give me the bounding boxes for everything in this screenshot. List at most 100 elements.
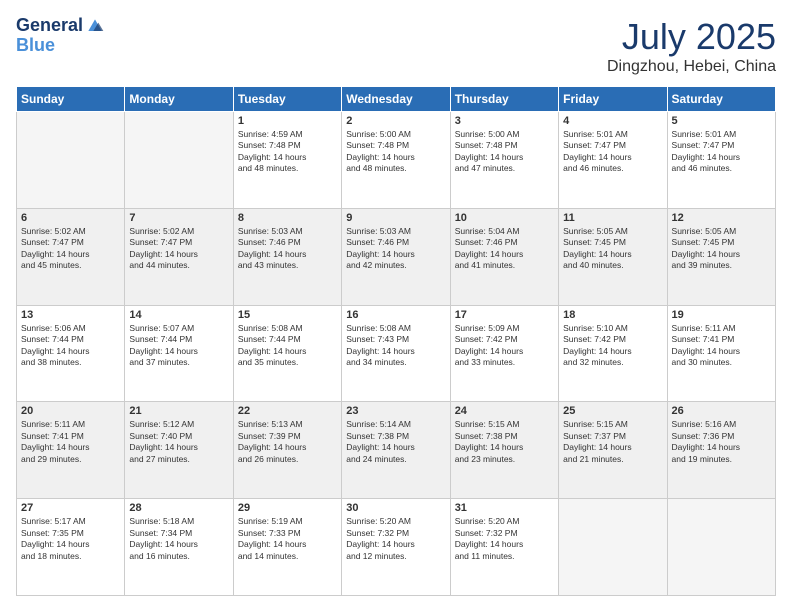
weekday-header: Friday (559, 87, 667, 112)
daylight-minutes-text: and 30 minutes. (672, 357, 771, 368)
day-number: 22 (238, 405, 337, 417)
calendar-cell: 19Sunrise: 5:11 AMSunset: 7:41 PMDayligh… (667, 305, 775, 402)
daylight-text: Daylight: 14 hours (21, 442, 120, 453)
calendar-cell: 13Sunrise: 5:06 AMSunset: 7:44 PMDayligh… (17, 305, 125, 402)
daylight-minutes-text: and 45 minutes. (21, 260, 120, 271)
sunset-text: Sunset: 7:45 PM (563, 237, 662, 248)
daylight-text: Daylight: 14 hours (346, 152, 445, 163)
sunrise-text: Sunrise: 5:15 AM (455, 419, 554, 430)
daylight-minutes-text: and 38 minutes. (21, 357, 120, 368)
weekday-header: Saturday (667, 87, 775, 112)
daylight-text: Daylight: 14 hours (129, 346, 228, 357)
sunset-text: Sunset: 7:47 PM (563, 140, 662, 151)
sunrise-text: Sunrise: 5:08 AM (346, 323, 445, 334)
day-number: 21 (129, 405, 228, 417)
sunset-text: Sunset: 7:47 PM (21, 237, 120, 248)
day-number: 3 (455, 115, 554, 127)
sunset-text: Sunset: 7:42 PM (455, 334, 554, 345)
daylight-text: Daylight: 14 hours (455, 442, 554, 453)
logo-text-blue: Blue (16, 35, 55, 55)
day-number: 10 (455, 212, 554, 224)
sunset-text: Sunset: 7:37 PM (563, 431, 662, 442)
daylight-minutes-text: and 34 minutes. (346, 357, 445, 368)
daylight-minutes-text: and 21 minutes. (563, 454, 662, 465)
sunrise-text: Sunrise: 5:13 AM (238, 419, 337, 430)
daylight-minutes-text: and 32 minutes. (563, 357, 662, 368)
sunrise-text: Sunrise: 5:18 AM (129, 516, 228, 527)
calendar-cell: 30Sunrise: 5:20 AMSunset: 7:32 PMDayligh… (342, 499, 450, 596)
sunset-text: Sunset: 7:32 PM (346, 528, 445, 539)
sunrise-text: Sunrise: 5:07 AM (129, 323, 228, 334)
sunset-text: Sunset: 7:38 PM (346, 431, 445, 442)
calendar-cell: 22Sunrise: 5:13 AMSunset: 7:39 PMDayligh… (233, 402, 341, 499)
sunset-text: Sunset: 7:45 PM (672, 237, 771, 248)
daylight-text: Daylight: 14 hours (672, 152, 771, 163)
daylight-minutes-text: and 19 minutes. (672, 454, 771, 465)
sunrise-text: Sunrise: 5:03 AM (238, 226, 337, 237)
sunrise-text: Sunrise: 5:17 AM (21, 516, 120, 527)
daylight-minutes-text: and 48 minutes. (346, 163, 445, 174)
day-number: 15 (238, 309, 337, 321)
daylight-text: Daylight: 14 hours (238, 346, 337, 357)
daylight-minutes-text: and 24 minutes. (346, 454, 445, 465)
daylight-text: Daylight: 14 hours (346, 442, 445, 453)
calendar-cell: 21Sunrise: 5:12 AMSunset: 7:40 PMDayligh… (125, 402, 233, 499)
day-number: 16 (346, 309, 445, 321)
daylight-minutes-text: and 18 minutes. (21, 551, 120, 562)
calendar-week-row: 6Sunrise: 5:02 AMSunset: 7:47 PMDaylight… (17, 208, 776, 305)
calendar-table: SundayMondayTuesdayWednesdayThursdayFrid… (16, 86, 776, 596)
daylight-minutes-text: and 47 minutes. (455, 163, 554, 174)
day-number: 25 (563, 405, 662, 417)
daylight-minutes-text: and 44 minutes. (129, 260, 228, 271)
daylight-minutes-text: and 11 minutes. (455, 551, 554, 562)
calendar-cell: 14 Sunrise: 5:07 AMSunset: 7:44 PMDayligh… (125, 305, 233, 402)
daylight-minutes-text: and 42 minutes. (346, 260, 445, 271)
sunset-text: Sunset: 7:40 PM (129, 431, 228, 442)
sunrise-text: Sunrise: 5:06 AM (21, 323, 120, 334)
day-number: 26 (672, 405, 771, 417)
calendar-cell: 17Sunrise: 5:09 AMSunset: 7:42 PMDayligh… (450, 305, 558, 402)
calendar-cell (125, 112, 233, 209)
sunset-text: Sunset: 7:44 PM (21, 334, 120, 345)
sunrise-text: Sunrise: 5:11 AM (21, 419, 120, 430)
day-number: 11 (563, 212, 662, 224)
calendar-cell: 8Sunrise: 5:03 AMSunset: 7:46 PMDaylight… (233, 208, 341, 305)
day-number: 28 (129, 502, 228, 514)
calendar-cell: 23Sunrise: 5:14 AMSunset: 7:38 PMDayligh… (342, 402, 450, 499)
sunset-text: Sunset: 7:35 PM (21, 528, 120, 539)
weekday-header-row: SundayMondayTuesdayWednesdayThursdayFrid… (17, 87, 776, 112)
daylight-text: Daylight: 14 hours (21, 539, 120, 550)
daylight-text: Daylight: 14 hours (672, 442, 771, 453)
day-number: 13 (21, 309, 120, 321)
logo-icon (85, 16, 105, 36)
day-number: 5 (672, 115, 771, 127)
logo-text-general: General (16, 16, 83, 36)
day-number: 9 (346, 212, 445, 224)
day-number: 30 (346, 502, 445, 514)
calendar-title: July 2025 (607, 16, 776, 58)
sunset-text: Sunset: 7:48 PM (238, 140, 337, 151)
day-number: 14 (129, 309, 228, 321)
weekday-header: Sunday (17, 87, 125, 112)
calendar-cell (559, 499, 667, 596)
sunset-text: Sunset: 7:48 PM (346, 140, 445, 151)
weekday-header: Monday (125, 87, 233, 112)
calendar-cell: 10Sunrise: 5:04 AMSunset: 7:46 PMDayligh… (450, 208, 558, 305)
calendar-week-row: 27Sunrise: 5:17 AMSunset: 7:35 PMDayligh… (17, 499, 776, 596)
daylight-text: Daylight: 14 hours (129, 539, 228, 550)
daylight-text: Daylight: 14 hours (563, 442, 662, 453)
daylight-text: Daylight: 14 hours (455, 249, 554, 260)
logo: General Blue (16, 16, 105, 56)
daylight-minutes-text: and 48 minutes. (238, 163, 337, 174)
calendar-cell: 3Sunrise: 5:00 AMSunset: 7:48 PMDaylight… (450, 112, 558, 209)
sunrise-text: Sunrise: 5:20 AM (455, 516, 554, 527)
sunset-text: Sunset: 7:44 PM (129, 334, 228, 345)
calendar-cell (17, 112, 125, 209)
day-number: 27 (21, 502, 120, 514)
sunrise-text: Sunrise: 5:19 AM (238, 516, 337, 527)
calendar-subtitle: Dingzhou, Hebei, China (607, 58, 776, 76)
daylight-minutes-text: and 37 minutes. (129, 357, 228, 368)
day-number: 29 (238, 502, 337, 514)
daylight-text: Daylight: 14 hours (238, 249, 337, 260)
sunrise-text: Sunrise: 5:05 AM (672, 226, 771, 237)
